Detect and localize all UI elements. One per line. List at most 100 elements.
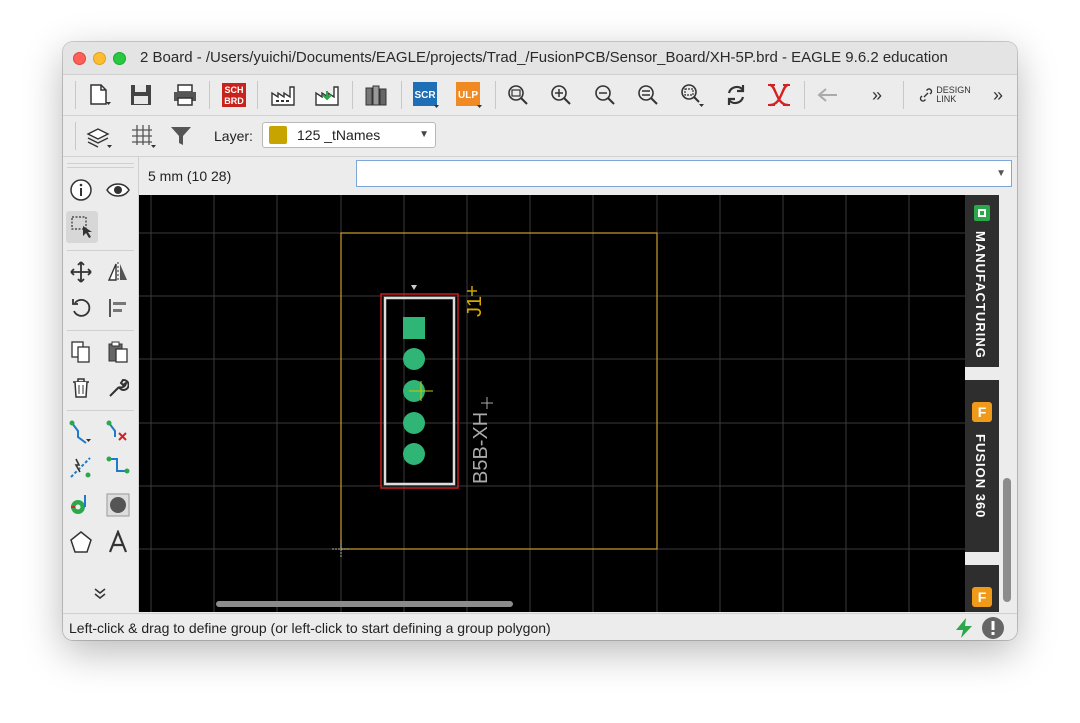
layer-toolbar: Layer: 125 _tNames ▼	[63, 116, 1017, 157]
part-value-label[interactable]: B5B-XH	[470, 412, 492, 484]
rotate-icon[interactable]	[65, 292, 97, 324]
copy-icon[interactable]	[65, 336, 97, 368]
mirror-icon[interactable]	[102, 256, 134, 288]
maximize-window-button[interactable]	[113, 52, 126, 65]
optimize-route-icon[interactable]	[102, 452, 134, 484]
window-title: 2 Board - /Users/yuichi/Documents/EAGLE/…	[140, 49, 948, 66]
link-icon	[920, 88, 933, 102]
toolbar-separator	[209, 81, 210, 109]
show-icon[interactable]	[102, 174, 134, 206]
scr-label: SCR	[414, 90, 436, 101]
layer-select[interactable]: 125 _tNames ▼	[262, 122, 436, 148]
move-icon[interactable]	[65, 256, 97, 288]
toolbar-overflow-right-label: »	[992, 84, 1003, 105]
status-message: Left-click & drag to define group (or le…	[69, 620, 551, 636]
zoom-select-icon[interactable]	[676, 79, 708, 111]
toolbar-overflow-button[interactable]: »	[861, 79, 893, 111]
pad-round[interactable]	[403, 348, 425, 370]
status-bar: Left-click & drag to define group (or le…	[63, 613, 1017, 640]
toolbar-grip	[75, 81, 76, 109]
layer-color-swatch	[269, 126, 287, 144]
close-window-button[interactable]	[73, 52, 86, 65]
open-file-icon[interactable]	[83, 79, 115, 111]
info-icon[interactable]	[65, 174, 97, 206]
text-tool-icon[interactable]	[102, 526, 134, 558]
library-icon[interactable]	[360, 79, 392, 111]
palette-expand-icon[interactable]	[84, 582, 116, 604]
ulp-label: ULP	[458, 90, 478, 101]
toolbar-separator	[903, 81, 904, 109]
palette-separator	[67, 250, 134, 251]
eagle-window: 2 Board - /Users/yuichi/Documents/EAGLE/…	[63, 42, 1017, 640]
redraw-icon[interactable]	[720, 79, 752, 111]
design-link-button[interactable]: DESIGN LINK	[915, 79, 975, 111]
pad-icon[interactable]	[102, 489, 134, 521]
toolbar-separator	[495, 81, 496, 109]
cam-processor-icon[interactable]	[267, 79, 299, 111]
zoom-last-icon[interactable]	[632, 79, 664, 111]
coordinate-readout: 5 mm (10 28)	[148, 168, 232, 184]
zoom-in-icon[interactable]	[545, 79, 577, 111]
chip-icon	[974, 205, 990, 221]
palette-grip	[67, 163, 134, 164]
fusion-tab-secondary[interactable]: F	[965, 565, 999, 612]
command-line-input[interactable]: ▼	[356, 160, 1012, 187]
fusion-logo-icon: F	[972, 402, 992, 422]
grid-icon[interactable]	[127, 120, 159, 152]
undo-icon[interactable]	[813, 79, 845, 111]
manufacturing-export-icon[interactable]	[311, 79, 343, 111]
ripup-icon[interactable]	[102, 416, 134, 448]
switch-sch-brd-button[interactable]: SCH BRD	[218, 79, 250, 111]
filter-icon[interactable]	[165, 120, 197, 152]
run-ulp-button[interactable]: ULP	[453, 79, 485, 111]
vertical-scroll-thumb[interactable]	[1003, 478, 1011, 602]
pad-square[interactable]	[403, 317, 425, 339]
alert-icon[interactable]	[981, 616, 1005, 640]
paste-icon[interactable]	[102, 336, 134, 368]
fusion-logo-icon: F	[972, 587, 992, 607]
main-toolbar: SCH BRD SCR ULP » DESIGN LINK »	[63, 75, 1017, 116]
horizontal-scroll-thumb[interactable]	[216, 601, 513, 607]
save-icon[interactable]	[125, 79, 157, 111]
via-icon[interactable]	[65, 489, 97, 521]
delete-icon[interactable]	[65, 372, 97, 404]
tool-palette	[63, 157, 139, 612]
title-bar: 2 Board - /Users/yuichi/Documents/EAGLE/…	[63, 42, 1017, 75]
toolbar-separator	[257, 81, 258, 109]
toolbar-separator	[352, 81, 353, 109]
layer-label: Layer:	[214, 128, 253, 144]
toolbar-grip	[75, 122, 76, 150]
toolbar-separator	[401, 81, 402, 109]
route-icon[interactable]	[65, 416, 97, 448]
layer-select-value: 125 _tNames	[297, 127, 381, 143]
horizontal-scrollbar[interactable]	[139, 595, 965, 612]
manufacturing-tab[interactable]: MANUFACTURING	[965, 195, 999, 367]
pad-round[interactable]	[403, 443, 425, 465]
autorouter-icon[interactable]	[65, 452, 97, 484]
manufacturing-tab-label: MANUFACTURING	[973, 231, 988, 359]
zoom-to-fit-icon[interactable]	[502, 79, 534, 111]
layer-settings-icon[interactable]	[83, 120, 115, 152]
stop-command-icon[interactable]	[763, 79, 795, 111]
pad-round[interactable]	[403, 412, 425, 434]
print-icon[interactable]	[169, 79, 201, 111]
run-script-button[interactable]: SCR	[410, 79, 442, 111]
part-name-label[interactable]: J1	[464, 296, 486, 317]
board-outline[interactable]	[340, 232, 658, 550]
polygon-icon[interactable]	[65, 526, 97, 558]
design-link-bottom-label: LINK	[936, 94, 957, 104]
fusion-360-tab[interactable]: F FUSION 360	[965, 380, 999, 552]
align-icon[interactable]	[102, 292, 134, 324]
side-panel: MANUFACTURING F FUSION 360 F	[965, 195, 1017, 612]
palette-separator	[67, 410, 134, 411]
chevron-down-icon[interactable]: ▼	[996, 168, 1006, 179]
lightning-icon[interactable]	[953, 617, 975, 639]
toolbar-overflow-label: »	[871, 84, 882, 105]
board-canvas[interactable]: J1 B5B-XH	[139, 195, 965, 612]
minimize-window-button[interactable]	[93, 52, 106, 65]
toolbar-overflow-right-button[interactable]: »	[985, 79, 1011, 111]
group-select-icon[interactable]	[66, 211, 98, 243]
change-wrench-icon[interactable]	[102, 372, 134, 404]
fusion-360-tab-label: FUSION 360	[973, 434, 988, 519]
zoom-out-icon[interactable]	[589, 79, 621, 111]
